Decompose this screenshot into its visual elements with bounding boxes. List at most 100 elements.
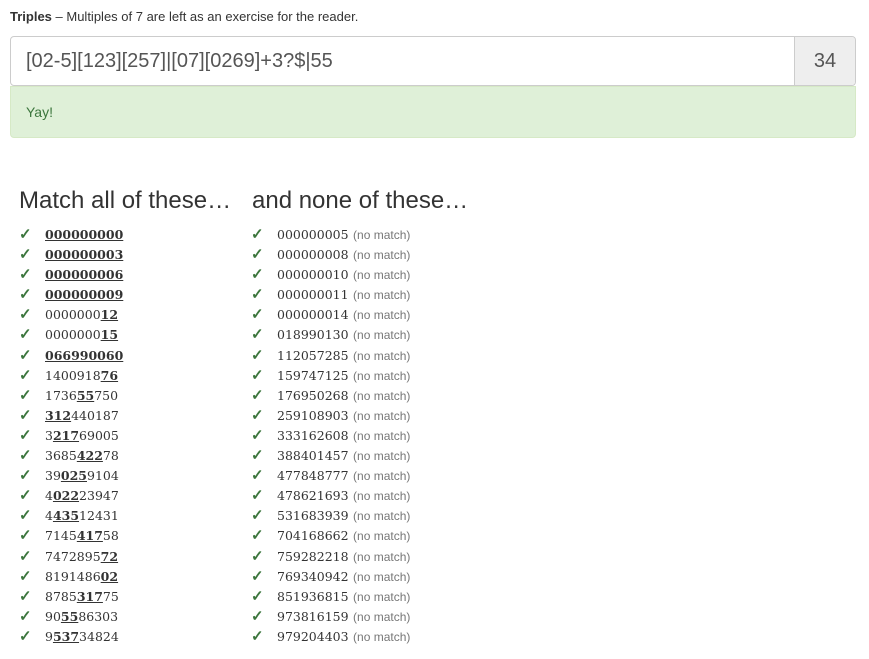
- nomatch-list: ✓ 000000005 (no match) ✓ 000000008 (no matc…: [251, 225, 410, 647]
- nomatch-word: 333162608: [277, 427, 349, 443]
- match-word: 443512431: [45, 508, 119, 523]
- match-highlight: 15: [100, 327, 119, 343]
- nomatch-word: 769340942: [277, 568, 349, 584]
- check-icon: ✓: [251, 326, 264, 344]
- no-match-label: (no match): [353, 609, 411, 624]
- match-item: ✓ 368542278: [19, 446, 123, 466]
- check-icon: ✓: [19, 406, 32, 424]
- nomatch-item: ✓ 704168662 (no match): [251, 526, 410, 546]
- match-item: ✓ 321769005: [19, 426, 123, 446]
- no-match-label: (no match): [353, 589, 411, 604]
- nomatch-item: ✓ 477848777 (no match): [251, 466, 410, 486]
- check-icon: ✓: [19, 567, 32, 585]
- match-highlight: 55: [60, 608, 79, 624]
- regex-length-badge: 34: [794, 37, 855, 85]
- nomatch-item: ✓ 176950268 (no match): [251, 386, 410, 406]
- nomatch-word: 531683939: [277, 508, 349, 524]
- check-icon: ✓: [19, 306, 32, 324]
- match-item: ✓ 000000012: [19, 305, 123, 325]
- match-highlight: 022: [52, 488, 80, 504]
- no-match-label: (no match): [353, 509, 411, 524]
- match-word-suffix: 9104: [87, 468, 119, 484]
- match-word-prefix: 7472895: [45, 548, 101, 564]
- nomatch-item: ✓ 979204403 (no match): [251, 627, 410, 647]
- match-word: 819148602: [45, 569, 118, 584]
- nomatch-item: ✓ 759282218 (no match): [251, 547, 410, 567]
- match-word: 390259104: [45, 468, 119, 483]
- match-word-prefix: 4: [45, 508, 53, 524]
- match-word-suffix: 69005: [79, 427, 119, 443]
- match-word-prefix: 90: [45, 608, 61, 624]
- nomatch-word: 388401457: [277, 448, 349, 464]
- match-word: 368542278: [45, 448, 119, 463]
- match-item: ✓ 953734824: [19, 627, 123, 647]
- match-highlight: 76: [100, 367, 119, 383]
- match-word-suffix: 86303: [78, 608, 119, 624]
- match-highlight: 000000003: [45, 247, 124, 263]
- match-word-suffix: 75: [102, 588, 119, 604]
- no-match-label: (no match): [353, 328, 411, 343]
- no-match-label: (no match): [353, 529, 411, 544]
- no-match-label: (no match): [353, 408, 411, 423]
- no-match-label: (no match): [353, 428, 411, 443]
- nomatch-item: ✓ 000000005 (no match): [251, 225, 410, 245]
- nomatch-heading: and none of these…: [252, 187, 469, 214]
- check-icon: ✓: [251, 386, 264, 404]
- check-icon: ✓: [19, 226, 32, 243]
- nomatch-word: 018990130: [277, 327, 349, 343]
- check-icon: ✓: [251, 467, 264, 485]
- match-highlight: 72: [100, 548, 119, 564]
- check-icon: ✓: [251, 306, 264, 324]
- nomatch-word: 478621693: [277, 488, 349, 504]
- match-word: 000000000: [45, 227, 123, 242]
- nomatch-item: ✓ 000000008 (no match): [251, 245, 410, 265]
- check-icon: ✓: [19, 447, 32, 465]
- no-match-label: (no match): [353, 469, 411, 484]
- match-word: 747289572: [45, 549, 118, 564]
- no-match-label: (no match): [353, 308, 411, 323]
- check-icon: ✓: [19, 246, 32, 264]
- check-icon: ✓: [251, 507, 264, 525]
- check-icon: ✓: [19, 587, 32, 605]
- check-icon: ✓: [251, 447, 264, 465]
- nomatch-word: 259108903: [277, 407, 349, 423]
- match-word: 953734824: [45, 629, 119, 644]
- match-word: 905586303: [45, 609, 118, 624]
- nomatch-item: ✓ 000000014 (no match): [251, 305, 410, 325]
- match-item: ✓ 000000015: [19, 325, 123, 345]
- nomatch-item: ✓ 531683939 (no match): [251, 506, 410, 526]
- check-icon: ✓: [19, 627, 32, 645]
- check-icon: ✓: [19, 467, 32, 485]
- nomatch-word: 973816159: [277, 608, 349, 624]
- match-word-prefix: 0000000: [45, 327, 101, 343]
- check-icon: ✓: [19, 366, 32, 384]
- match-word-prefix: 3685: [45, 448, 77, 464]
- match-word: 000000015: [45, 327, 118, 342]
- match-word: 000000012: [45, 307, 118, 322]
- no-match-label: (no match): [353, 268, 411, 283]
- check-icon: ✓: [251, 366, 264, 384]
- nomatch-word: 159747125: [277, 367, 349, 383]
- match-item: ✓ 390259104: [19, 466, 123, 486]
- regex-input[interactable]: [11, 37, 794, 85]
- match-word: 312440187: [45, 408, 119, 423]
- nomatch-item: ✓ 769340942 (no match): [251, 567, 410, 587]
- check-icon: ✓: [251, 627, 264, 645]
- match-highlight: 025: [60, 468, 87, 484]
- match-word: 878531775: [45, 589, 119, 604]
- match-highlight: 12: [100, 307, 119, 323]
- success-alert: Yay!: [10, 86, 856, 138]
- match-word: 000000003: [45, 247, 123, 262]
- check-icon: ✓: [19, 286, 32, 304]
- match-item: ✓ 905586303: [19, 607, 123, 627]
- match-word: 173655750: [45, 388, 118, 403]
- nomatch-word: 000000010: [277, 267, 349, 283]
- nomatch-word: 000000014: [277, 307, 349, 323]
- match-highlight: 422: [76, 448, 103, 464]
- check-icon: ✓: [19, 346, 32, 364]
- nomatch-item: ✓ 333162608 (no match): [251, 426, 410, 446]
- match-highlight: 55: [76, 387, 95, 403]
- match-word-suffix: 440187: [71, 407, 119, 423]
- match-item: ✓ 819148602: [19, 567, 123, 587]
- match-highlight: 000000000: [45, 227, 124, 242]
